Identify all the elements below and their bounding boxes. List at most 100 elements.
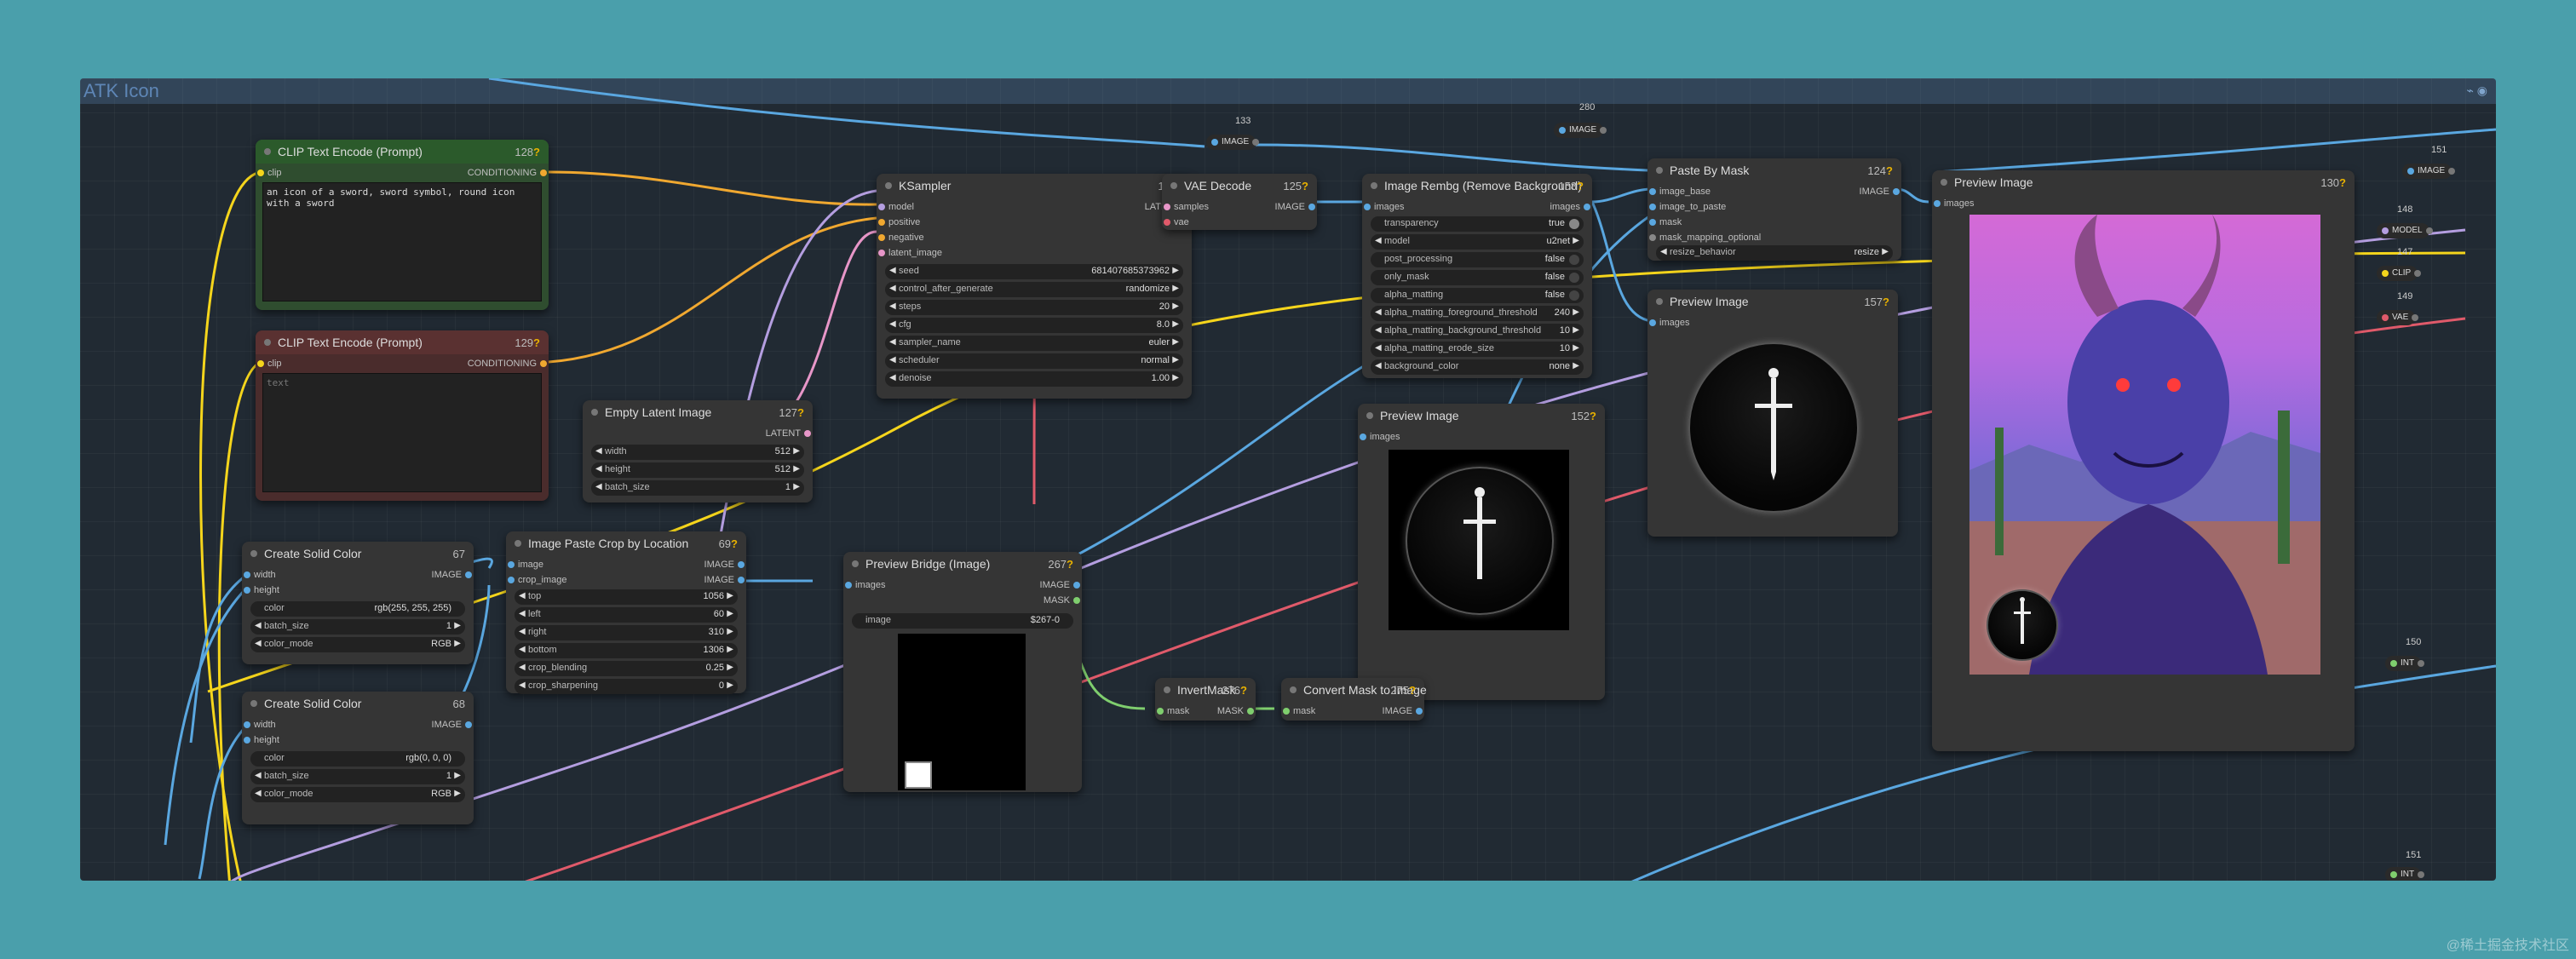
reroute-149-vae[interactable]: VAE xyxy=(2377,310,2419,325)
output-mask[interactable]: MASK xyxy=(1044,594,1080,606)
widget-alpha-erode-size[interactable]: ◀ alpha_matting_erode_size 10 ▶ xyxy=(1371,342,1584,357)
input-image-to-paste[interactable]: image_to_paste xyxy=(1649,201,1726,213)
input-mask[interactable]: mask xyxy=(1283,705,1315,717)
widget-denoise[interactable]: ◀ denoise 1.00 ▶ xyxy=(885,371,1183,387)
node-ksampler[interactable]: KSampler134? model LATENT positive negat… xyxy=(877,174,1192,399)
wire-image-reroute133 xyxy=(1255,143,1648,172)
widget-sampler-name[interactable]: ◀ sampler_name euler ▶ xyxy=(885,336,1183,351)
output-image[interactable]: IMAGE xyxy=(1275,201,1315,213)
input-height[interactable]: height xyxy=(244,584,279,596)
output-conditioning[interactable]: CONDITIONING xyxy=(468,167,547,179)
input-negative[interactable]: negative xyxy=(878,232,924,244)
input-images[interactable]: images xyxy=(1649,317,1689,329)
output-image-1[interactable]: IMAGE xyxy=(704,559,745,571)
input-mask[interactable]: mask xyxy=(1157,705,1189,717)
widget-width[interactable]: ◀ width 512 ▶ xyxy=(591,445,804,460)
node-create-solid-color-68[interactable]: Create Solid Color 68 width IMAGE height … xyxy=(242,692,474,824)
node-convert-mask-to-image[interactable]: Convert Mask to Image 275? mask IMAGE xyxy=(1281,678,1427,721)
input-vae[interactable]: vae xyxy=(1164,216,1189,228)
node-paste-by-mask[interactable]: Paste By Mask 124? image_base IMAGE image… xyxy=(1647,158,1901,261)
widget-steps[interactable]: ◀ steps 20 ▶ xyxy=(885,300,1183,315)
input-image-base[interactable]: image_base xyxy=(1649,186,1711,198)
prompt-textarea[interactable]: an icon of a sword, sword symbol, round … xyxy=(262,182,542,301)
node-image-paste-crop-by-location[interactable]: Image Paste Crop by Location 69? image IM… xyxy=(506,531,746,694)
node-preview-image-main[interactable]: Preview Image 130? images xyxy=(1932,170,2355,751)
widget-background-color[interactable]: ◀ background_color none ▶ xyxy=(1371,359,1584,375)
input-width[interactable]: width xyxy=(244,569,276,581)
widget-control-after-generate[interactable]: ◀ control_after_generate randomize ▶ xyxy=(885,282,1183,297)
node-preview-image-157[interactable]: Preview Image 157? images xyxy=(1647,290,1898,537)
output-latent[interactable]: LATENT xyxy=(766,428,811,439)
widget-top[interactable]: ◀ top 1056 ▶ xyxy=(515,589,738,605)
input-images[interactable]: images xyxy=(1360,431,1400,443)
output-image[interactable]: IMAGE xyxy=(432,719,472,731)
output-image-2[interactable]: IMAGE xyxy=(704,574,745,586)
input-height[interactable]: height xyxy=(244,734,279,746)
widget-batch-size[interactable]: ◀ batch_size 1 ▶ xyxy=(591,480,804,496)
widget-color-mode[interactable]: ◀ color_mode RGB ▶ xyxy=(250,637,465,652)
widget-color[interactable]: color rgb(255, 255, 255) xyxy=(250,601,465,617)
widget-batch-size[interactable]: ◀ batch_size 1 ▶ xyxy=(250,619,465,635)
node-empty-latent-image[interactable]: Empty Latent Image 127? LATENT ◀ width 512 ▶… xyxy=(583,400,813,502)
node-clip-text-encode-negative[interactable]: CLIP Text Encode (Prompt) 129? clip CONDI… xyxy=(256,330,549,501)
output-images[interactable]: images xyxy=(1550,201,1590,213)
reroute-151-int[interactable]: INT xyxy=(2385,867,2425,881)
reroute-133[interactable]: IMAGE xyxy=(1206,135,1260,150)
input-image[interactable]: image xyxy=(508,559,543,571)
prompt-textarea-empty[interactable]: text xyxy=(262,373,542,492)
input-latent-image[interactable]: latent_image xyxy=(878,247,942,259)
node-preview-bridge[interactable]: Preview Bridge (Image) 267? images IMAGE … xyxy=(843,552,1082,792)
widget-bottom[interactable]: ◀ bottom 1306 ▶ xyxy=(515,643,738,658)
node-preview-image-152[interactable]: Preview Image 152? images xyxy=(1358,404,1605,700)
widget-color-mode[interactable]: ◀ color_mode RGB ▶ xyxy=(250,787,465,802)
output-mask[interactable]: MASK xyxy=(1217,705,1254,717)
widget-image-ref[interactable]: image $267-0 xyxy=(852,613,1073,629)
output-image[interactable]: IMAGE xyxy=(1383,705,1423,717)
widget-scheduler[interactable]: ◀ scheduler normal ▶ xyxy=(885,353,1183,369)
input-mask-mapping-optional[interactable]: mask_mapping_optional xyxy=(1649,232,1761,244)
input-clip[interactable]: clip xyxy=(257,167,282,179)
input-images[interactable]: images xyxy=(1934,198,1974,210)
node-invert-mask[interactable]: InvertMask 276? mask MASK xyxy=(1155,678,1256,721)
input-samples[interactable]: samples xyxy=(1164,201,1209,213)
input-images[interactable]: images xyxy=(845,579,885,591)
input-width[interactable]: width xyxy=(244,719,276,731)
widget-alpha-bg-threshold[interactable]: ◀ alpha_matting_background_threshold 10 ▶ xyxy=(1371,324,1584,339)
reroute-147-clip[interactable]: CLIP xyxy=(2377,266,2422,281)
output-image[interactable]: IMAGE xyxy=(1860,186,1900,198)
input-positive[interactable]: positive xyxy=(878,216,920,228)
reroute-280[interactable]: IMAGE xyxy=(1554,123,1607,138)
widget-only-mask[interactable]: only_mask false xyxy=(1371,270,1584,285)
widget-color[interactable]: color rgb(0, 0, 0) xyxy=(250,751,465,767)
reroute-150-int[interactable]: INT xyxy=(2385,656,2425,671)
widget-transparency[interactable]: transparency true xyxy=(1371,216,1584,232)
widget-alpha-fg-threshold[interactable]: ◀ alpha_matting_foreground_threshold 240 ▶ xyxy=(1371,306,1584,321)
node-image-rembg[interactable]: Image Rembg (Remove Background) 158? imag… xyxy=(1362,174,1592,378)
widget-cfg[interactable]: ◀ cfg 8.0 ▶ xyxy=(885,318,1183,333)
node-clip-text-encode-positive[interactable]: CLIP Text Encode (Prompt) 128? clip CONDI… xyxy=(256,140,549,310)
output-image[interactable]: IMAGE xyxy=(1040,579,1080,591)
input-images[interactable]: images xyxy=(1364,201,1404,213)
reroute-151-image[interactable]: IMAGE xyxy=(2402,164,2456,179)
widget-alpha-matting[interactable]: alpha_matting false xyxy=(1371,288,1584,303)
input-clip[interactable]: clip xyxy=(257,358,282,370)
output-conditioning[interactable]: CONDITIONING xyxy=(468,358,547,370)
output-image[interactable]: IMAGE xyxy=(432,569,472,581)
input-crop-image[interactable]: crop_image xyxy=(508,574,566,586)
widget-seed[interactable]: ◀ seed 681407685373962 ▶ xyxy=(885,264,1183,279)
widget-height[interactable]: ◀ height 512 ▶ xyxy=(591,462,804,478)
input-model[interactable]: model xyxy=(878,201,914,213)
widget-model[interactable]: ◀ model u2net ▶ xyxy=(1371,234,1584,250)
node-create-solid-color-67[interactable]: Create Solid Color 67 width IMAGE height … xyxy=(242,542,474,664)
widget-post-processing[interactable]: post_processing false xyxy=(1371,252,1584,267)
reroute-148-model[interactable]: MODEL xyxy=(2377,223,2433,238)
widget-batch-size[interactable]: ◀ batch_size 1 ▶ xyxy=(250,769,465,784)
node-vae-decode[interactable]: VAE Decode 125? samples IMAGE vae xyxy=(1162,174,1317,230)
widget-crop-sharpening[interactable]: ◀ crop_sharpening 0 ▶ xyxy=(515,679,738,694)
input-mask[interactable]: mask xyxy=(1649,216,1682,228)
widget-left[interactable]: ◀ left 60 ▶ xyxy=(515,607,738,623)
widget-resize-behavior[interactable]: ◀ resize_behavior resize ▶ xyxy=(1656,245,1893,261)
widget-crop-blending[interactable]: ◀ crop_blending 0.25 ▶ xyxy=(515,661,738,676)
node-graph-canvas[interactable]: ATK Icon ⌁ ◉ CLIP Text Encode (Prompt) 1… xyxy=(80,78,2496,881)
widget-right[interactable]: ◀ right 310 ▶ xyxy=(515,625,738,640)
